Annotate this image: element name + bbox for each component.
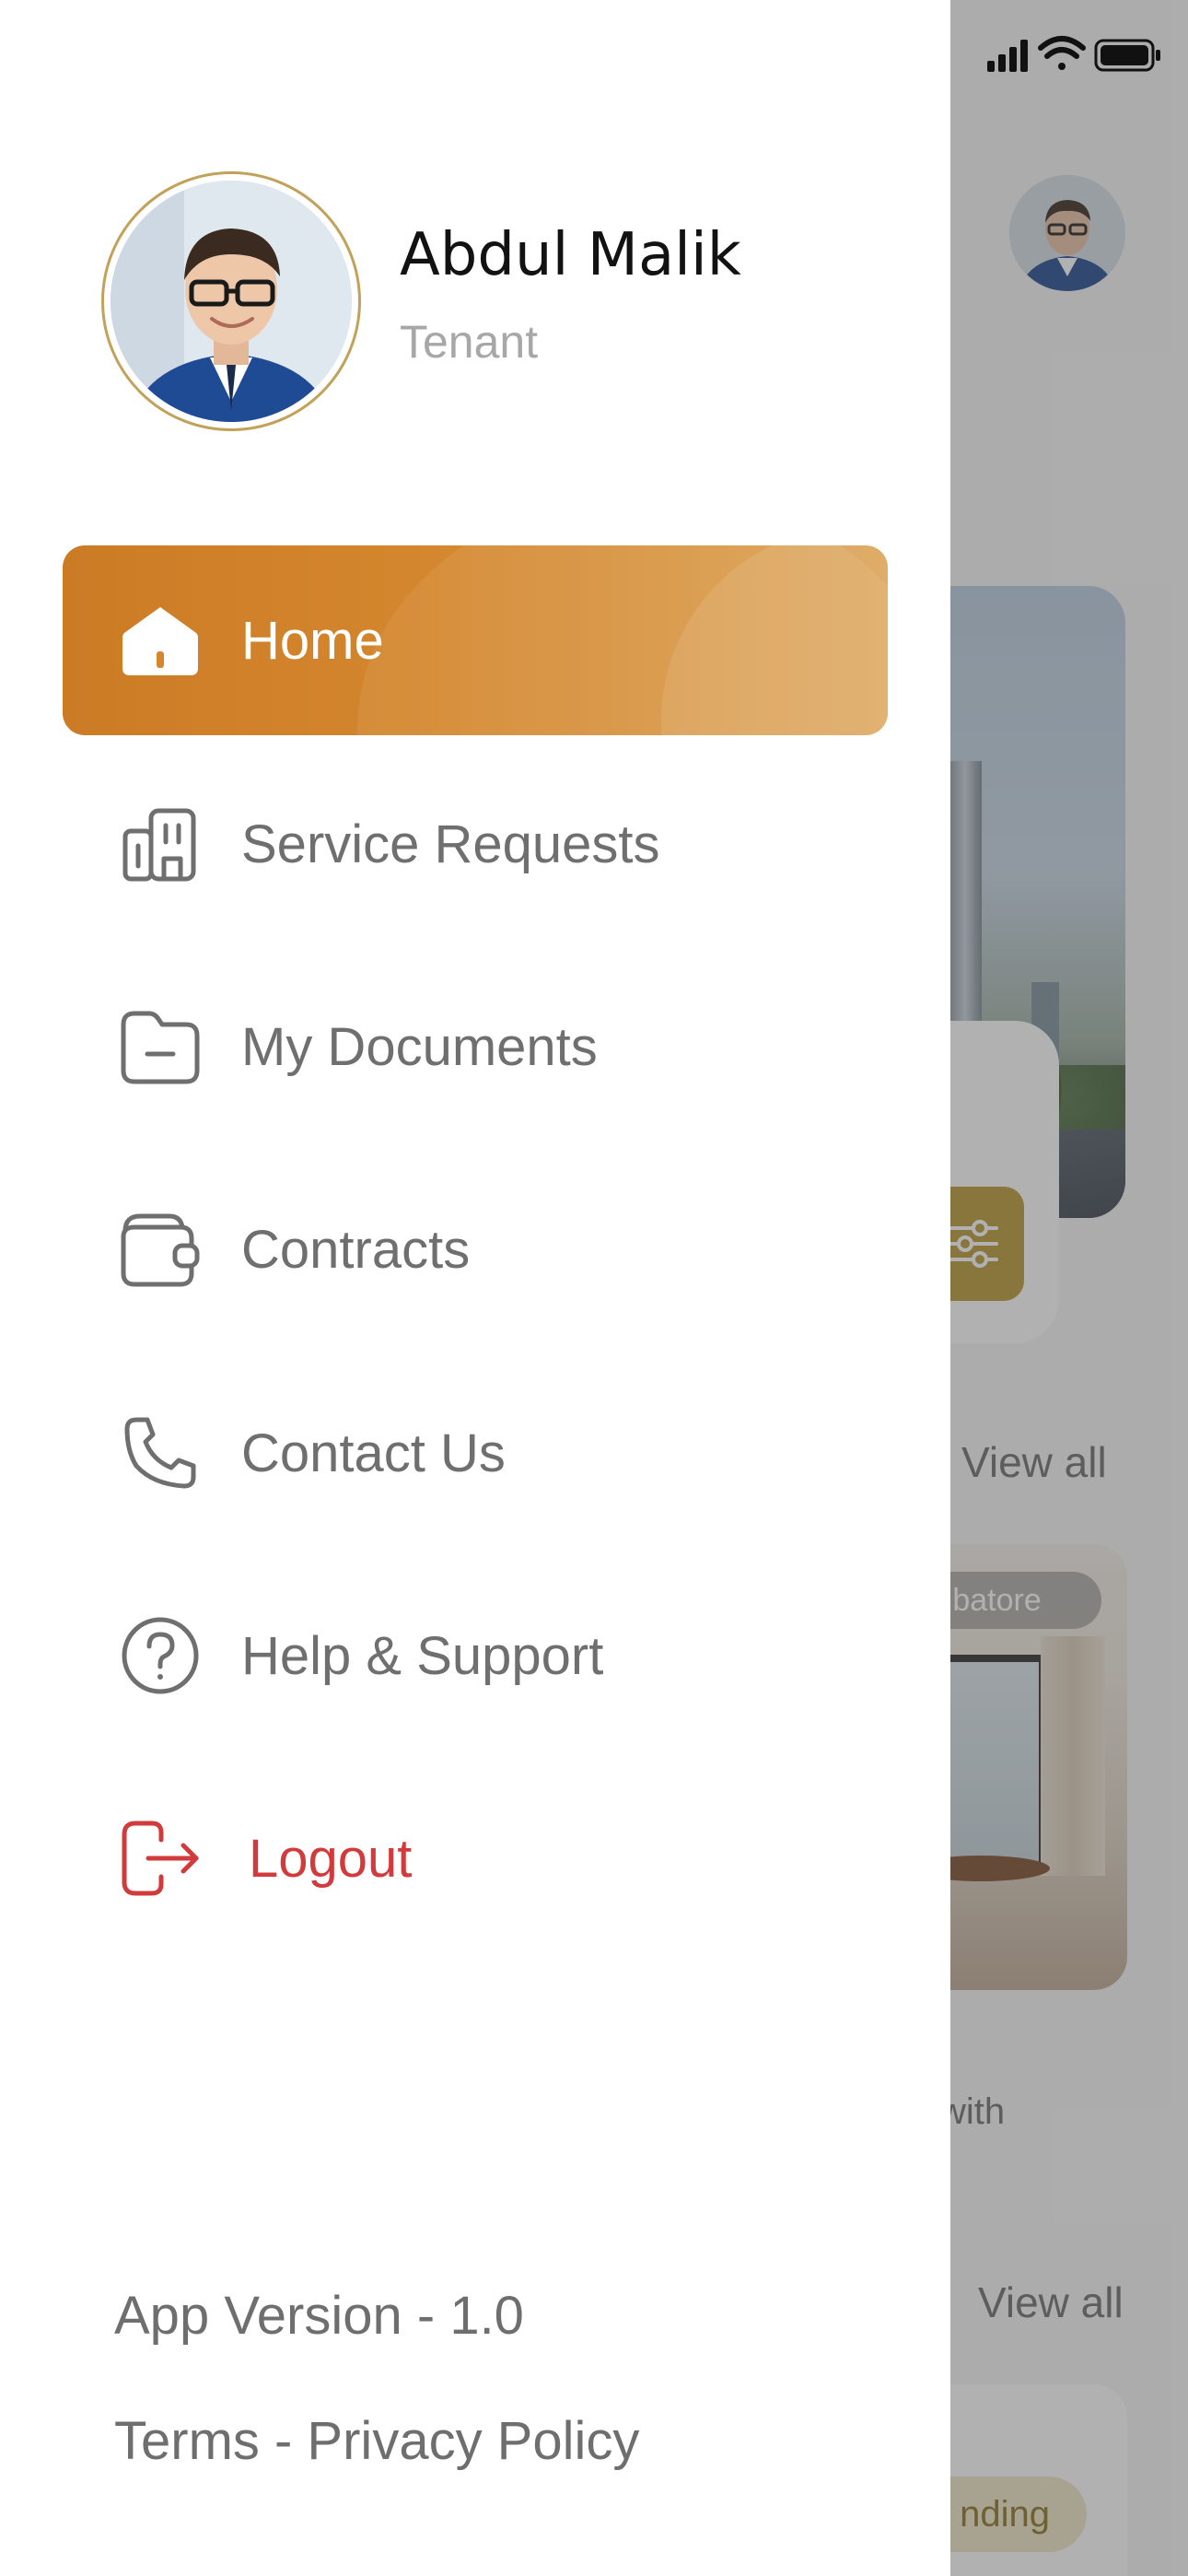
building-icon [118,802,203,886]
home-icon [118,598,203,683]
terms-privacy-link[interactable]: Terms - Privacy Policy [114,2410,639,2472]
menu-item-contracts[interactable]: Contracts [63,1154,888,1344]
menu-item-help-support[interactable]: Help & Support [63,1561,888,1751]
menu-item-label: My Documents [241,1016,598,1077]
app-version: App Version - 1.0 [114,2286,524,2346]
menu-item-my-documents[interactable]: My Documents [63,952,888,1142]
menu-item-logout[interactable]: Logout [63,1763,888,1953]
menu-item-label: Home [241,610,384,671]
menu-item-home[interactable]: Home [63,545,888,735]
cellular-signal-icon [987,40,1028,72]
menu-item-contact-us[interactable]: Contact Us [63,1358,888,1548]
phone-icon [118,1411,203,1495]
menu-item-label: Contracts [241,1219,471,1280]
status-bar [976,31,1170,79]
wifi-icon [1038,36,1086,70]
logout-icon [118,1816,203,1901]
menu-item-service-requests[interactable]: Service Requests [63,749,888,939]
menu-item-label: Service Requests [241,814,660,874]
profile-name: Abdul Malik [400,221,741,289]
navigation-drawer: Abdul Malik Tenant Home Service Requests [0,0,950,2576]
menu-item-label: Help & Support [241,1625,604,1686]
profile-photo [111,181,352,422]
help-circle-icon [118,1613,203,1698]
menu-item-label: Logout [249,1828,413,1889]
menu-item-label: Contact Us [241,1423,506,1483]
folder-icon [118,1004,203,1089]
profile-role: Tenant [400,316,539,368]
profile-avatar[interactable] [101,171,361,431]
wallet-icon [118,1207,203,1292]
battery-icon [1094,39,1160,72]
